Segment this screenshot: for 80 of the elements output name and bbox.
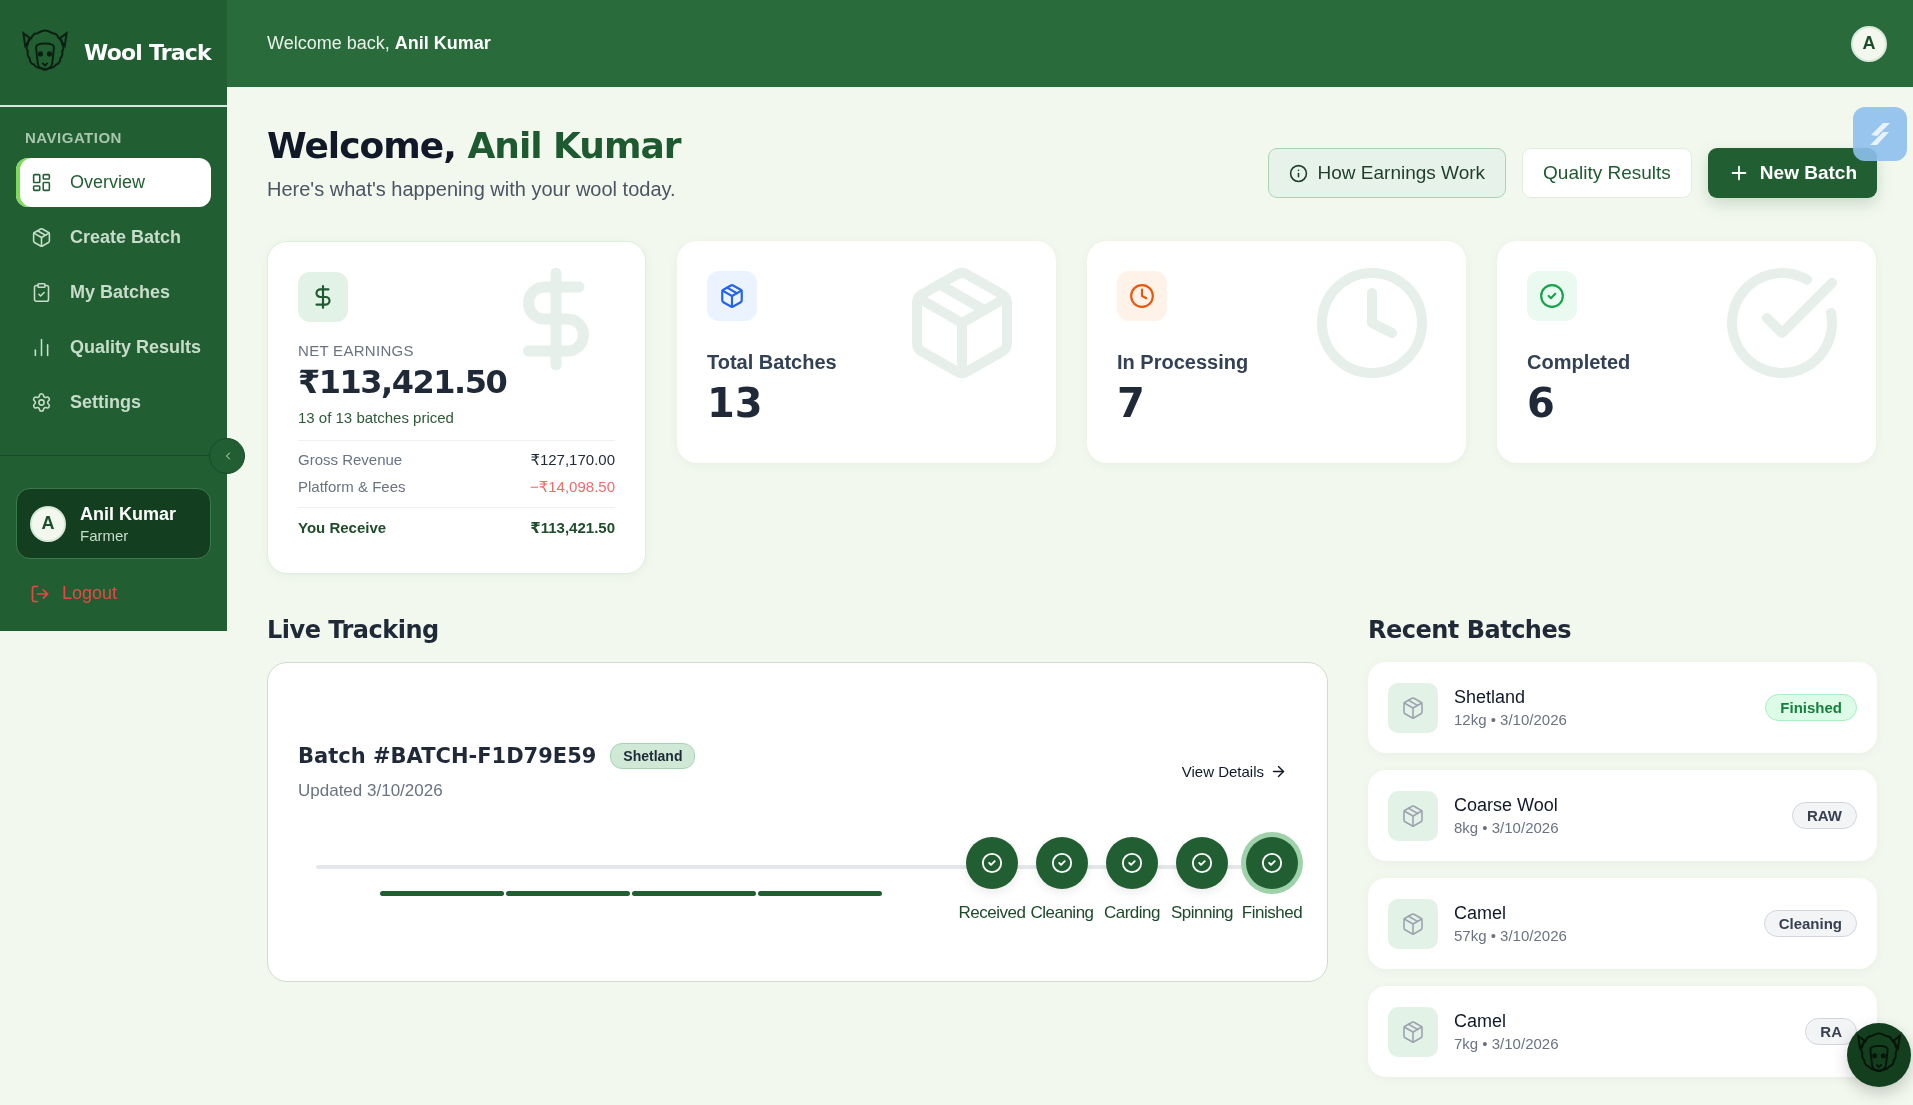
batch-meta: 8kg • 3/10/2026 — [1454, 819, 1560, 836]
step-label: Carding — [1103, 903, 1160, 923]
batch-title: Batch #BATCH-F1D79E59 — [298, 744, 597, 768]
box-icon — [1401, 695, 1425, 720]
page-subtitle: Here's what's happening with your wool today. — [267, 178, 677, 201]
clock-icon — [1129, 283, 1155, 309]
step-label: Cleaning — [1030, 903, 1094, 923]
check-circle-icon — [1121, 852, 1143, 874]
nav-item[interactable]: Create Batch — [16, 213, 211, 262]
earnings-row-label: Platform & Fees — [298, 478, 406, 496]
earnings-label: NET EARNINGS — [298, 342, 415, 359]
batch-item[interactable]: Camel 57kg • 3/10/2026 Cleaning — [1368, 878, 1877, 969]
step-label: Finished — [1241, 903, 1303, 923]
batch-name: Coarse Wool — [1454, 795, 1559, 816]
section-heading: Recent Batches — [1368, 616, 1572, 644]
batch-name: Shetland — [1454, 687, 1527, 708]
stat-label: Total Batches — [707, 351, 838, 374]
step-label: Spinning — [1170, 903, 1234, 923]
welcome-text: Welcome back, Anil Kumar — [267, 33, 491, 54]
action-button[interactable]: How Earnings Work — [1267, 148, 1507, 198]
settings-icon — [31, 392, 52, 413]
batch-item[interactable]: Camel 7kg • 3/10/2026 RA — [1368, 986, 1877, 1077]
check-circle-icon — [1191, 852, 1213, 874]
page-title: Welcome, Anil Kumar — [267, 125, 681, 166]
earnings-amount: ₹113,421.50 — [298, 363, 508, 401]
batch-name: Camel — [1454, 903, 1507, 924]
stat-value: 13 — [707, 380, 764, 426]
earnings-row-value: ₹127,170.00 — [530, 451, 615, 469]
box-icon — [31, 227, 52, 248]
stat-value: 7 — [1117, 380, 1146, 426]
user-avatar[interactable]: A — [1851, 25, 1887, 62]
arrow-right-icon — [1270, 763, 1287, 780]
user-avatar: A — [30, 505, 66, 542]
check-circle-icon — [1261, 852, 1283, 874]
status-badge: RAW — [1792, 802, 1857, 829]
box-icon — [1401, 911, 1425, 936]
stat-label: In Processing — [1117, 351, 1250, 374]
dashboard-icon — [31, 172, 52, 193]
check-circle-icon — [981, 852, 1003, 874]
action-button[interactable]: Quality Results — [1522, 148, 1692, 198]
status-badge: Finished — [1765, 694, 1857, 721]
batch-meta: 57kg • 3/10/2026 — [1454, 927, 1568, 944]
updated-text: Updated 3/10/2026 — [298, 781, 444, 801]
brand-name: Wool Track — [84, 40, 211, 65]
status-badge: RA — [1805, 1018, 1857, 1045]
earnings-row-value: −₹14,098.50 — [529, 478, 615, 496]
batch-item[interactable]: Shetland 12kg • 3/10/2026 Finished — [1368, 662, 1877, 753]
earnings-row-label: You Receive — [298, 519, 387, 537]
earnings-row-label: Gross Revenue — [298, 451, 403, 469]
box-icon — [1401, 1019, 1425, 1044]
nav-item[interactable]: My Batches — [16, 268, 211, 317]
box-icon — [1401, 803, 1425, 828]
user-name: Anil Kumar — [80, 503, 176, 525]
info-icon — [1288, 163, 1308, 183]
earnings-row-value: ₹113,421.50 — [530, 519, 615, 537]
batch-name: Camel — [1454, 1011, 1507, 1032]
check-circle-icon — [1539, 283, 1565, 309]
batch-meta: 12kg • 3/10/2026 — [1454, 711, 1568, 728]
earnings-note: 13 of 13 batches priced — [298, 409, 455, 426]
batch-item[interactable]: Coarse Wool 8kg • 3/10/2026 RAW — [1368, 770, 1877, 861]
nav-item[interactable]: Quality Results — [16, 323, 211, 372]
stat-label: Completed — [1527, 351, 1632, 374]
batch-meta: 7kg • 3/10/2026 — [1454, 1035, 1560, 1052]
check-circle-icon — [1051, 852, 1073, 874]
clipboard-icon — [31, 282, 52, 303]
box-icon — [719, 283, 745, 309]
step-label: Received — [958, 903, 1026, 923]
nav-heading: NAVIGATION — [24, 128, 123, 148]
nav-item[interactable]: Settings — [16, 378, 211, 427]
collapse-handle[interactable] — [209, 438, 245, 474]
assistant-button[interactable] — [1847, 1023, 1911, 1087]
wool-tag: Shetland — [610, 743, 696, 769]
section-heading: Live Tracking — [267, 616, 440, 644]
nav-item[interactable]: Overview — [16, 158, 211, 207]
user-role: Farmer — [80, 526, 130, 544]
stat-value: 6 — [1527, 380, 1556, 426]
logout-icon — [30, 583, 50, 604]
view-details-link[interactable]: View Details — [1181, 763, 1287, 780]
status-badge: Cleaning — [1763, 910, 1857, 937]
action-button[interactable]: New Batch — [1707, 148, 1877, 198]
